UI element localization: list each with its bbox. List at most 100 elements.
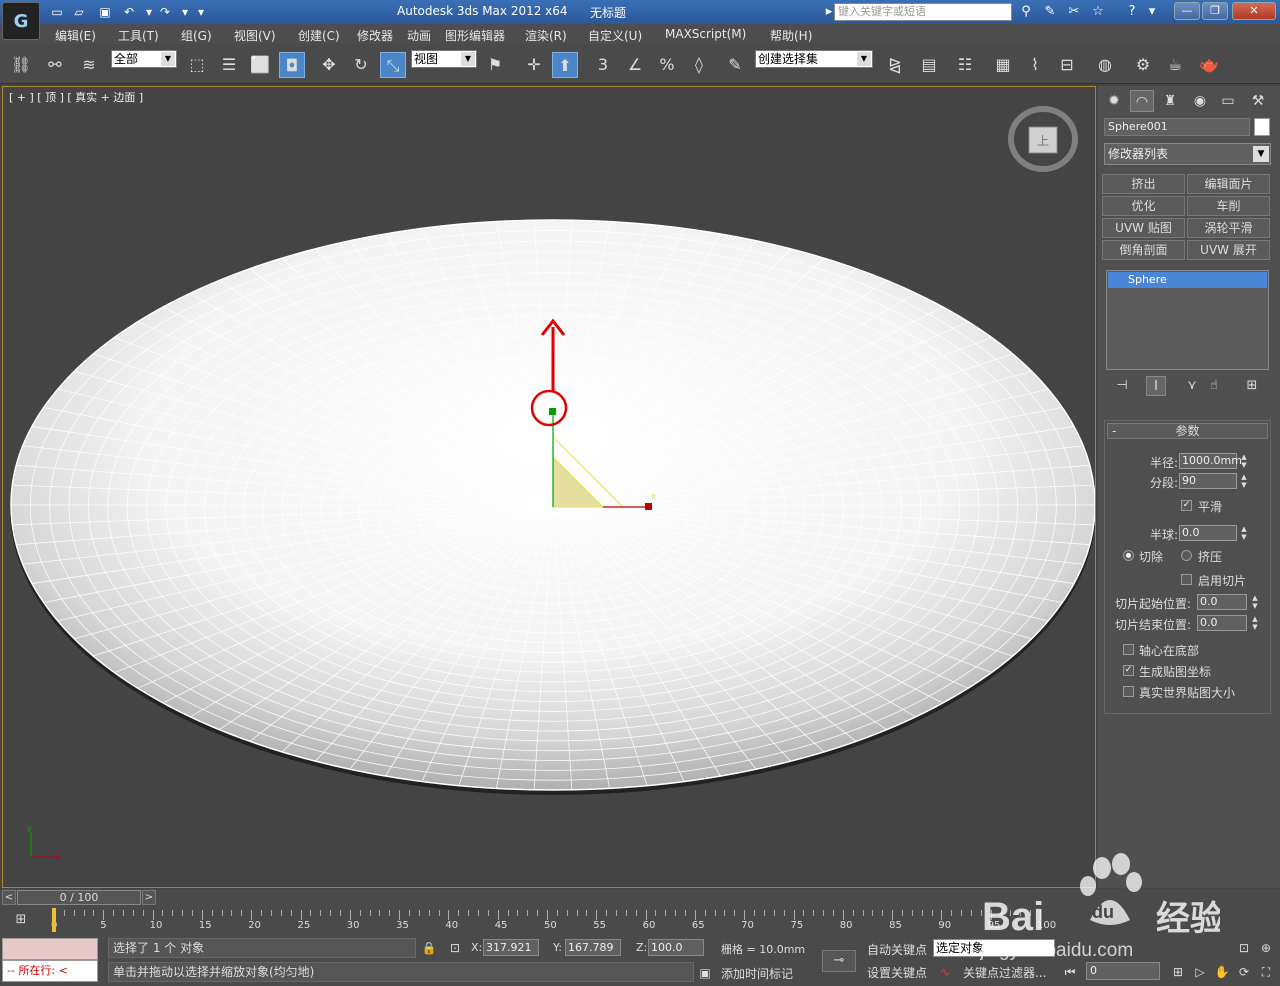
menu-modifiers[interactable]: 修改器 — [357, 27, 393, 44]
curve-editor-icon[interactable]: ⌇ — [1022, 52, 1048, 78]
isolate-icon[interactable]: ▣ — [697, 965, 713, 981]
maxscript-line-field[interactable]: -- 所在行: < — [2, 960, 98, 982]
binoculars-icon[interactable]: ⚲ — [1016, 3, 1036, 21]
maximize-viewport-icon[interactable]: ⛶ — [1258, 964, 1274, 980]
bind-spacewarp-icon[interactable]: ≋ — [76, 52, 102, 78]
slice-on-checkbox[interactable] — [1181, 574, 1192, 585]
spinner-snap-icon[interactable]: ◊ — [686, 52, 712, 78]
add-time-tag-button[interactable]: 添加时间标记 — [721, 965, 793, 982]
z-coord-field[interactable]: 100.0 — [648, 939, 704, 956]
zoom-extents-icon[interactable]: ⊞ — [1170, 964, 1186, 980]
slice-to-field[interactable]: 0.0 — [1197, 615, 1247, 631]
viewport-top[interactable]: x 上 y x [ + ] [ 顶 ] [ 真实 + 边面 ] — [2, 86, 1096, 888]
lock-selection-icon[interactable]: 🔒 — [421, 940, 437, 956]
slice-from-field[interactable]: 0.0 — [1197, 594, 1247, 610]
unlink-icon[interactable]: ⚯ — [42, 52, 68, 78]
percent-snap-icon[interactable]: % — [654, 52, 680, 78]
render-setup-icon[interactable]: ⚙ — [1130, 52, 1156, 78]
modifier-list-dropdown[interactable]: 修改器列表 ▼ — [1104, 143, 1271, 165]
pivot-center-icon[interactable]: ⚑ — [482, 52, 508, 78]
menu-graph-editors[interactable]: 图形编辑器 — [445, 27, 505, 44]
open-file-icon[interactable]: ▱ — [70, 3, 88, 21]
move-icon[interactable]: ✥ — [316, 52, 342, 78]
menu-customize[interactable]: 自定义(U) — [588, 27, 642, 44]
object-name-field[interactable]: Sphere001 — [1104, 118, 1250, 136]
menu-create[interactable]: 创建(C) — [298, 27, 340, 44]
create-tab-icon[interactable]: ✹ — [1102, 90, 1126, 112]
x-coord-field[interactable]: 317.921 — [483, 939, 539, 956]
restore-button[interactable]: ❐ — [1202, 2, 1228, 20]
radius-spinner[interactable]: ▲ ▼ — [1239, 453, 1249, 469]
undo-icon[interactable]: ↶ — [120, 3, 138, 21]
gizmo-y-handle[interactable] — [549, 408, 556, 415]
help-dropdown-icon[interactable]: ▾ — [1142, 3, 1162, 21]
squash-radio[interactable] — [1181, 550, 1192, 561]
modifier-edit-patch-button[interactable]: 编辑面片 — [1187, 174, 1270, 194]
modifier-bevel-profile-button[interactable]: 倒角剖面 — [1102, 240, 1185, 260]
menu-tools[interactable]: 工具(T) — [118, 27, 159, 44]
customize-quick-access-icon[interactable]: ▾ — [192, 3, 210, 21]
time-prev-icon[interactable]: < — [2, 890, 16, 905]
chop-radio[interactable] — [1123, 550, 1134, 561]
track-bar[interactable]: ⊞ 05101520253035404550556065707580859095… — [0, 906, 1280, 936]
menu-maxscript[interactable]: MAXScript(M) — [665, 27, 746, 41]
redo-icon[interactable]: ↷ — [156, 3, 174, 21]
current-frame-field[interactable]: 0 — [1086, 962, 1160, 980]
app-logo[interactable]: G — [2, 2, 40, 40]
configure-modifier-sets-icon[interactable]: ⊞ — [1242, 376, 1262, 396]
current-time-marker[interactable] — [52, 908, 56, 932]
utilities-tab-icon[interactable]: ⚒ — [1246, 90, 1270, 112]
base-to-pivot-checkbox[interactable] — [1123, 644, 1134, 655]
segments-field[interactable]: 90 — [1179, 473, 1237, 489]
gizmo-x-handle[interactable] — [645, 503, 652, 510]
set-key-button[interactable]: 设置关键点 — [867, 964, 927, 981]
save-icon[interactable]: ▣ — [96, 3, 114, 21]
zoom-extents-all-icon[interactable]: ⊡ — [1236, 940, 1252, 956]
orbit-icon[interactable]: ⟳ — [1236, 964, 1252, 980]
real-world-map-size-checkbox[interactable] — [1123, 686, 1134, 697]
segments-spinner[interactable]: ▲ ▼ — [1239, 473, 1249, 489]
motion-tab-icon[interactable]: ◉ — [1188, 90, 1212, 112]
close-button[interactable]: ✕ — [1232, 2, 1276, 20]
stack-item-sphere[interactable]: Sphere — [1108, 272, 1267, 288]
render-production-icon[interactable]: 🫖 — [1196, 52, 1222, 78]
display-tab-icon[interactable]: ▭ — [1216, 90, 1240, 112]
key-mode-selection-dropdown[interactable]: 选定对象 — [933, 939, 1055, 957]
make-unique-icon[interactable]: ⋎ — [1182, 376, 1202, 396]
rectangular-selection-icon[interactable]: ⬜ — [247, 52, 273, 78]
snaps-toggle-icon[interactable]: 3 — [590, 52, 616, 78]
auto-key-button[interactable]: 自动关键点 — [867, 941, 927, 958]
viewcube[interactable]: 上 — [1008, 106, 1078, 172]
y-coord-field[interactable]: 167.789 — [565, 939, 621, 956]
absolute-mode-icon[interactable]: ⊡ — [447, 940, 463, 956]
hemisphere-spinner[interactable]: ▲ ▼ — [1239, 525, 1249, 541]
modifier-uvw-map-button[interactable]: UVW 贴图 — [1102, 218, 1185, 238]
angle-snap-icon[interactable]: ∠ — [622, 52, 648, 78]
modifier-stack[interactable]: Sphere — [1106, 270, 1269, 370]
schematic-view-icon[interactable]: ⊟ — [1054, 52, 1080, 78]
slice-to-spinner[interactable]: ▲ ▼ — [1250, 615, 1260, 631]
default-tangent-icon[interactable]: ∿ — [937, 964, 953, 980]
menu-rendering[interactable]: 渲染(R) — [525, 27, 567, 44]
set-keys-key-icon[interactable]: ⊸ — [822, 950, 856, 972]
graphite-modeling-icon[interactable]: ▦ — [990, 52, 1016, 78]
new-file-icon[interactable]: ▭ — [48, 3, 66, 21]
link-icon[interactable]: ⛓ — [8, 52, 34, 78]
help-icon[interactable]: ? — [1122, 3, 1142, 21]
show-end-result-icon[interactable]: Ⅰ — [1146, 376, 1166, 396]
pan-icon[interactable]: ✋ — [1214, 964, 1230, 980]
subscription-icon[interactable]: ✎ — [1040, 3, 1060, 21]
menu-help[interactable]: 帮助(H) — [770, 27, 812, 44]
menu-edit[interactable]: 编辑(E) — [55, 27, 96, 44]
modifier-unwrap-uvw-button[interactable]: UVW 展开 — [1187, 240, 1270, 260]
hierarchy-tab-icon[interactable]: ♜ — [1158, 90, 1182, 112]
key-filters-button[interactable]: 关键点过滤器... — [963, 964, 1046, 981]
edit-named-selection-icon[interactable]: ✎ — [722, 52, 748, 78]
menu-views[interactable]: 视图(V) — [234, 27, 276, 44]
search-input[interactable]: 键入关键字或短语 — [834, 3, 1012, 21]
slice-from-spinner[interactable]: ▲ ▼ — [1250, 594, 1260, 610]
menu-animation[interactable]: 动画 — [407, 27, 431, 44]
keyboard-shortcut-override-icon[interactable]: ⬆ — [552, 52, 578, 78]
field-of-view-icon[interactable]: ▷ — [1192, 964, 1208, 980]
time-next-icon[interactable]: > — [142, 890, 156, 905]
